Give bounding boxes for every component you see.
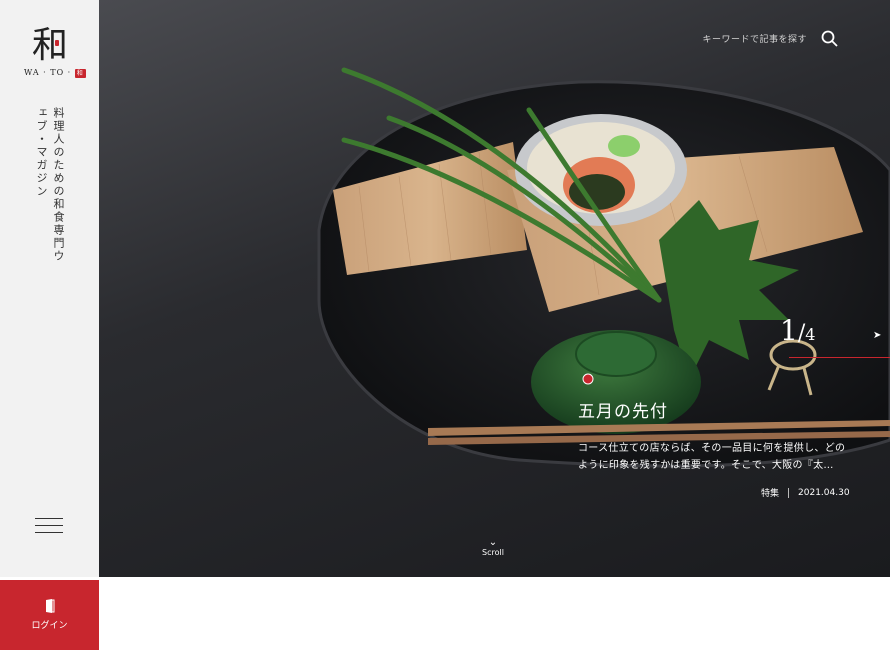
hamburger-icon-line [35, 532, 63, 533]
sidebar: 和 WA · TO · 和 料理人のための和食専門ウェブ・マガジン [0, 0, 99, 577]
logo-mark: 和 [24, 26, 76, 66]
search-bar[interactable]: キーワードで記事を探す [702, 30, 838, 47]
login-label: ログイン [31, 621, 68, 631]
menu-button[interactable] [35, 518, 63, 534]
hamburger-icon [35, 518, 63, 519]
logo-red-dot [55, 40, 59, 46]
logo-wordmark: WA · TO · 和 [24, 68, 86, 78]
slide-date: 2021.04.30 [798, 487, 850, 498]
login-button[interactable]: ログイン [0, 580, 99, 650]
search-placeholder[interactable]: キーワードで記事を探す [702, 32, 807, 45]
chevron-down-icon: ⌄ [488, 537, 498, 548]
site-logo[interactable]: 和 WA · TO · 和 [24, 26, 86, 78]
slide-category[interactable]: 特集 [761, 486, 779, 499]
meta-divider [788, 487, 790, 498]
scroll-indicator[interactable]: ⌄ Scroll [482, 537, 504, 558]
door-icon [45, 599, 54, 613]
slide-progress-line [789, 357, 890, 358]
slide-meta: 特集 2021.04.30 [761, 486, 850, 499]
slide-current: 1 [780, 314, 798, 347]
slide-counter: 1/4 [780, 314, 815, 347]
site-tagline: 料理人のための和食専門ウェブ・マガジン [35, 107, 65, 263]
logo-roman-text: WA · TO · [24, 68, 72, 77]
search-icon[interactable] [821, 30, 838, 47]
scroll-label: Scroll [482, 548, 504, 557]
slide-total: 4 [805, 325, 816, 344]
logo-kanji: 和 [31, 25, 68, 66]
logo-stamp: 和 [74, 68, 86, 78]
hero-slider: キーワードで記事を探す 1/4 ➤ 五月の先付 コース仕立ての店ならば、その一品… [99, 0, 890, 577]
slide-title[interactable]: 五月の先付 [578, 397, 668, 422]
hamburger-icon-line [35, 525, 63, 526]
next-slide-arrow-icon[interactable]: ➤ [873, 330, 881, 341]
slide-excerpt: コース仕立ての店ならば、その一品目に何を提供し、どのように印象を残すかは重要です… [578, 443, 846, 471]
